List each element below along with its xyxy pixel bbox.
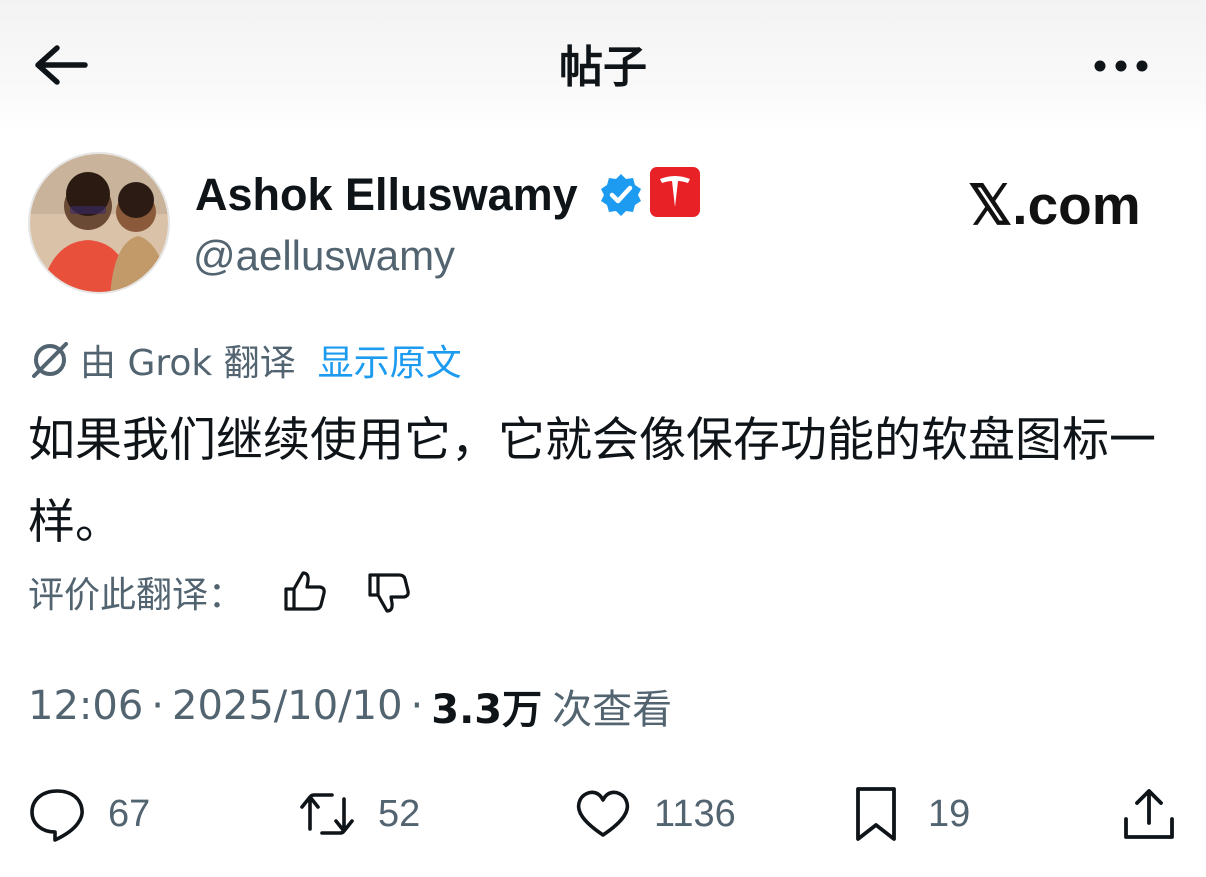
separator-dot: · (151, 683, 164, 729)
author-display-name[interactable]: Ashok Elluswamy (195, 168, 578, 222)
show-original-link[interactable]: 显示原文 (318, 334, 462, 386)
translation-notice: 由 Grok 翻译 显示原文 (28, 334, 462, 386)
more-options-icon[interactable] (1090, 52, 1154, 80)
bookmark-count: 19 (928, 792, 971, 835)
bookmark-icon (856, 787, 896, 841)
repost-icon (300, 793, 354, 835)
post-meta: 12:06 · 2025/10/10 · 3.3万 次查看 (28, 678, 672, 734)
reply-count: 67 (108, 792, 151, 835)
bookmark-button[interactable]: 19 (848, 782, 970, 846)
page-title: 帖子 (559, 42, 647, 93)
views-count[interactable]: 3.3万 (431, 677, 542, 735)
reply-button[interactable]: 67 (28, 782, 150, 846)
author-handle[interactable]: @aelluswamy (193, 230, 455, 282)
avatar[interactable] (28, 152, 170, 294)
thumbs-down-icon[interactable] (366, 569, 412, 615)
views-label: 次查看 (552, 687, 673, 733)
x-com-watermark: 𝕏.com (968, 174, 1141, 236)
rate-translation-label: 评价此翻译： (28, 575, 245, 616)
like-count: 1136 (654, 792, 736, 835)
grok-icon (32, 342, 68, 378)
share-button[interactable] (1120, 782, 1178, 846)
like-button[interactable]: 1136 (574, 782, 736, 846)
tweet-text: 如果我们继续使用它，它就会像保存功能的软盘图标一样。 (28, 413, 1156, 550)
verified-badge-icon (601, 174, 641, 216)
post-date: 2025/10/10 (172, 683, 403, 729)
translated-by-label: 由 Grok 翻译 (80, 343, 296, 384)
separator-dot: · (410, 683, 424, 729)
rate-translation-row: 评价此翻译： (28, 564, 412, 620)
tesla-logo-icon (660, 176, 690, 207)
post-time: 12:06 (28, 683, 144, 729)
heart-icon (576, 790, 630, 837)
reply-icon (30, 789, 84, 842)
repost-count: 52 (378, 792, 421, 835)
share-icon (1124, 789, 1174, 839)
thumbs-up-icon[interactable] (282, 569, 328, 615)
tesla-affiliate-badge[interactable] (650, 167, 700, 217)
repost-button[interactable]: 52 (298, 782, 420, 846)
